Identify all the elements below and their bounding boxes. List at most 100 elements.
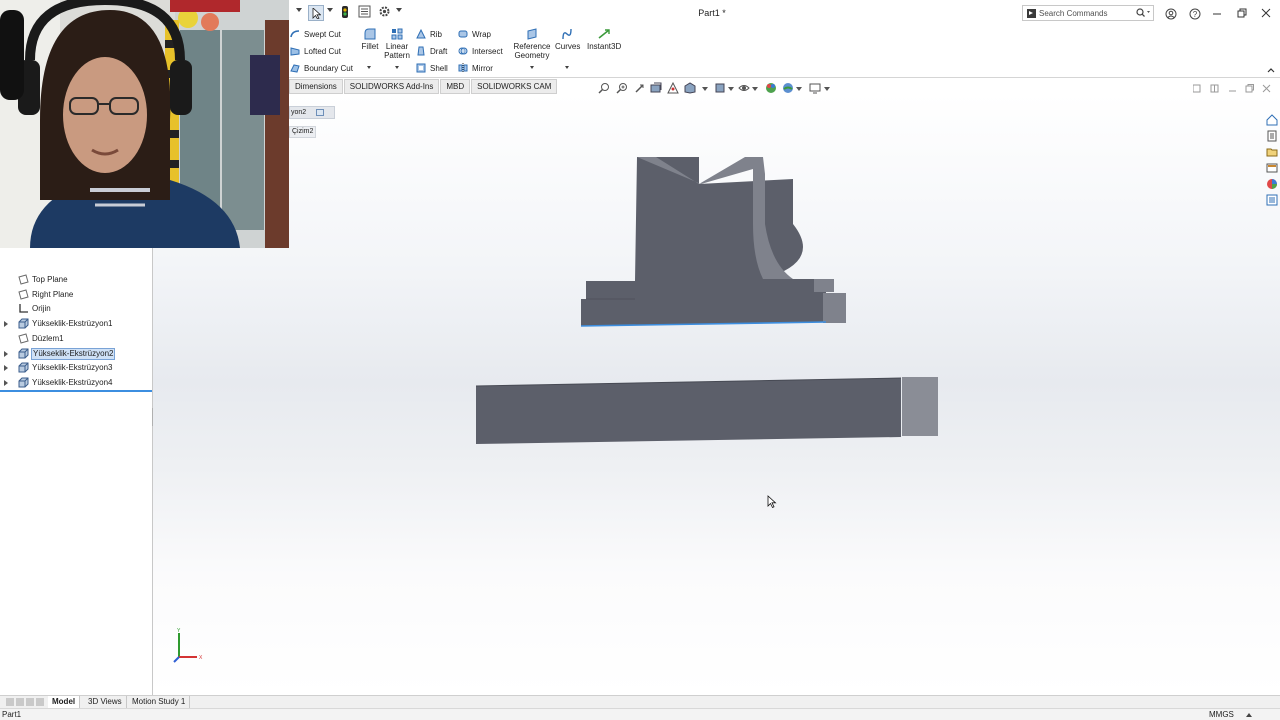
tab-solidworks-cam[interactable]: SOLIDWORKS CAM xyxy=(471,79,558,94)
linear-pattern-label: Linear Pattern xyxy=(384,42,410,60)
tab-navigation-arrows[interactable] xyxy=(6,698,44,706)
draft-icon xyxy=(416,46,426,56)
status-bar: Part1 MMGS xyxy=(0,708,1280,720)
rib-button[interactable]: Rib xyxy=(416,27,442,41)
rebuild-icon[interactable] xyxy=(340,5,350,21)
restore-viewport-icon[interactable] xyxy=(1245,84,1254,93)
tree-item-label: Orijin xyxy=(32,304,51,314)
tab-dimensions[interactable]: Dimensions xyxy=(289,79,343,94)
tree-item[interactable]: Orijin xyxy=(0,302,152,316)
tree-item[interactable]: Yükseklik-Ekstrüzyon3 xyxy=(0,361,152,375)
svg-text:?: ? xyxy=(1193,10,1198,19)
unit-system-selector[interactable]: MMGS xyxy=(1209,710,1234,720)
close-icon[interactable] xyxy=(1256,4,1276,22)
close-viewport-icon[interactable] xyxy=(1262,84,1271,93)
search-icon[interactable] xyxy=(1135,7,1151,21)
linear-pattern-dropdown-icon[interactable] xyxy=(395,66,399,69)
tab-3d-views[interactable]: 3D Views xyxy=(84,696,127,708)
tile-icon[interactable] xyxy=(1192,84,1201,93)
flyout-sketch-item[interactable]: Çizim2 xyxy=(289,126,317,138)
reference-geometry-dropdown-icon[interactable] xyxy=(530,66,534,69)
apply-scene-icon[interactable] xyxy=(782,82,794,94)
mirror-label: Mirror xyxy=(472,63,493,73)
split-view-icon[interactable] xyxy=(1210,84,1219,93)
minimize-icon[interactable] xyxy=(1207,4,1227,22)
curves-dropdown-icon[interactable] xyxy=(565,66,569,69)
linear-pattern-button[interactable]: Linear Pattern xyxy=(384,28,410,60)
tab-motion-study-1[interactable]: Motion Study 1 xyxy=(128,696,191,708)
custom-properties-icon[interactable] xyxy=(1266,194,1278,206)
select-pointer-button[interactable] xyxy=(308,5,324,21)
resources-icon[interactable] xyxy=(1266,130,1278,142)
dropdown-arrow-icon[interactable] xyxy=(296,6,302,15)
draft-label: Draft xyxy=(430,46,448,56)
shell-button[interactable]: Shell xyxy=(416,61,448,75)
expand-arrow-icon[interactable] xyxy=(4,365,8,372)
section-view-icon[interactable] xyxy=(650,82,662,94)
flyout-feature-chip[interactable]: yon2 xyxy=(289,106,335,119)
dynamic-annotation-icon[interactable] xyxy=(667,81,679,94)
graphics-area[interactable]: yon2 Çizim2 Y X xyxy=(153,84,1280,695)
fillet-button[interactable]: Fillet xyxy=(360,28,380,51)
options-gear-icon[interactable] xyxy=(378,5,391,20)
display-style-icon[interactable] xyxy=(714,82,726,94)
collapse-ribbon-icon[interactable] xyxy=(1267,66,1275,75)
intersect-button[interactable]: Intersect xyxy=(458,44,503,58)
wrap-label: Wrap xyxy=(472,29,491,39)
swept-cut-button[interactable]: Swept Cut xyxy=(290,27,341,41)
webcam-image xyxy=(0,0,289,248)
search-commands-input[interactable] xyxy=(1039,8,1135,19)
rib-icon xyxy=(416,28,426,39)
boundary-cut-button[interactable]: Boundary Cut xyxy=(290,61,353,75)
tab-solidworks-add-ins[interactable]: SOLIDWORKS Add-Ins xyxy=(343,79,440,94)
tab-mbd[interactable]: MBD xyxy=(440,79,471,94)
dropdown-arrow-icon[interactable] xyxy=(396,6,402,15)
tree-item[interactable]: Yükseklik-Ekstrüzyon4 xyxy=(0,376,152,390)
dropdown-arrow-icon[interactable] xyxy=(327,6,333,15)
help-icon[interactable]: ? xyxy=(1184,4,1204,22)
file-explorer-icon[interactable] xyxy=(1266,162,1278,174)
zoom-to-area-icon[interactable] xyxy=(616,82,628,94)
tab-model[interactable]: Model xyxy=(48,696,81,708)
draft-button[interactable]: Draft xyxy=(416,44,447,58)
instant3d-button[interactable]: Instant3D xyxy=(587,28,621,51)
command-manager-tabs: Dimensions SOLIDWORKS Add-Ins MBD SOLIDW… xyxy=(289,79,558,94)
view-settings-icon[interactable] xyxy=(809,82,821,94)
model-lower-bar[interactable] xyxy=(476,378,901,444)
tree-item[interactable]: Düzlem1 xyxy=(0,332,152,346)
mirror-button[interactable]: Mirror xyxy=(458,61,493,75)
plane-icon xyxy=(18,274,29,285)
boundary-cut-icon xyxy=(290,63,300,73)
appearances-icon[interactable] xyxy=(1266,178,1278,190)
wrap-button[interactable]: Wrap xyxy=(458,27,491,41)
user-account-icon[interactable] xyxy=(1160,4,1180,22)
origin-icon xyxy=(18,303,29,314)
view-orientation-icon[interactable] xyxy=(684,82,696,94)
restore-icon[interactable] xyxy=(1232,4,1252,22)
previous-view-icon[interactable] xyxy=(634,82,646,94)
fillet-dropdown-icon[interactable] xyxy=(367,66,371,69)
curves-button[interactable]: Curves xyxy=(555,28,580,51)
home-icon[interactable] xyxy=(1266,114,1278,126)
tree-item[interactable]: Top Plane xyxy=(0,273,152,287)
reference-geometry-button[interactable]: Reference Geometry xyxy=(513,28,551,60)
status-expand-icon[interactable] xyxy=(1246,713,1252,717)
expand-arrow-icon[interactable] xyxy=(4,321,8,328)
file-properties-icon[interactable] xyxy=(358,5,371,20)
design-library-icon[interactable] xyxy=(1266,146,1278,158)
lofted-cut-button[interactable]: Lofted Cut xyxy=(290,44,341,58)
linear-pattern-icon xyxy=(391,28,403,40)
expand-arrow-icon[interactable] xyxy=(4,350,8,357)
hide-show-items-icon[interactable] xyxy=(738,82,750,94)
tree-item[interactable]: Right Plane xyxy=(0,288,152,302)
zoom-to-fit-icon[interactable] xyxy=(598,82,610,94)
search-box[interactable] xyxy=(1022,5,1154,21)
rollback-bar[interactable] xyxy=(0,390,152,392)
expand-arrow-icon[interactable] xyxy=(4,379,8,386)
part-model[interactable] xyxy=(153,94,1280,695)
instant3d-icon xyxy=(598,28,610,40)
tree-item[interactable]: Yükseklik-Ekstrüzyon2 xyxy=(0,347,152,361)
tree-item[interactable]: Yükseklik-Ekstrüzyon1 xyxy=(0,317,152,331)
curves-icon xyxy=(561,28,573,40)
edit-appearance-icon[interactable] xyxy=(765,82,777,94)
